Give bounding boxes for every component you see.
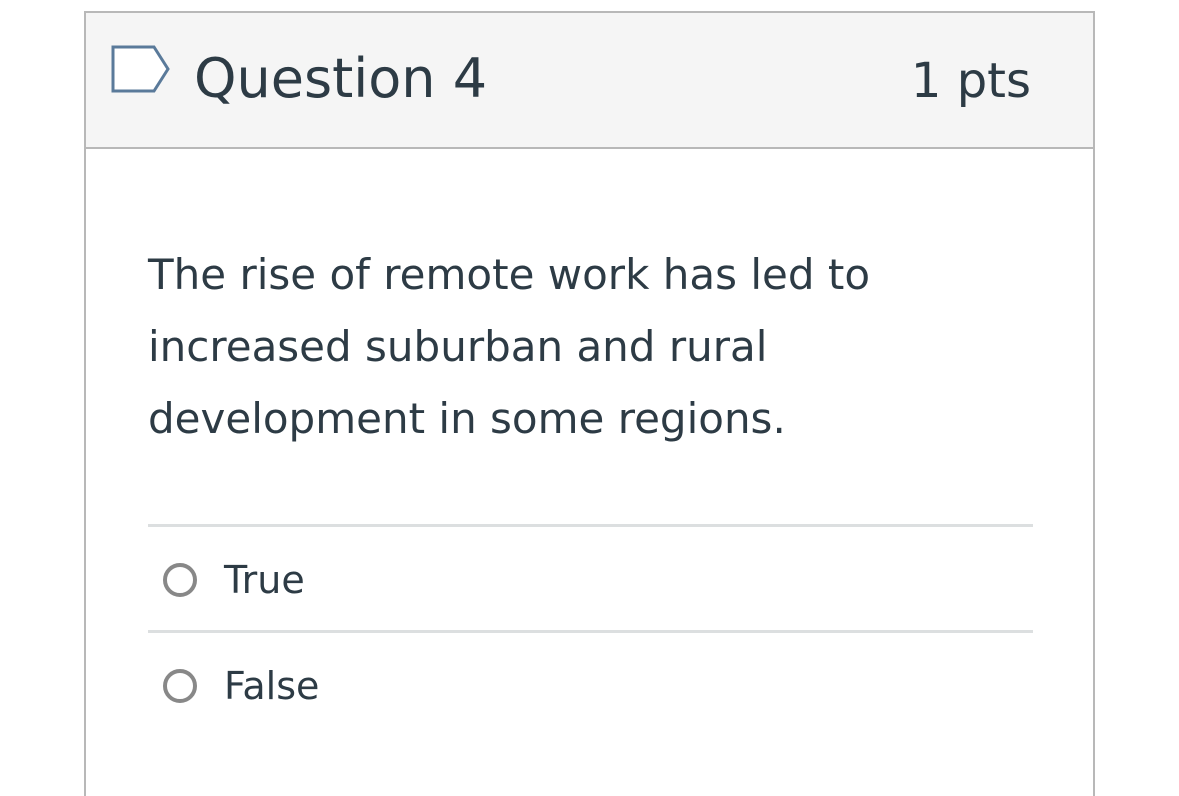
answer-label-true: True bbox=[224, 558, 305, 602]
flag-question-icon[interactable] bbox=[110, 44, 174, 94]
answer-divider bbox=[148, 630, 1033, 633]
answer-label-false: False bbox=[224, 664, 320, 708]
question-points: 1 pts bbox=[910, 53, 1031, 109]
question-title: Question 4 bbox=[194, 47, 488, 110]
answer-option-false[interactable]: False bbox=[148, 636, 1033, 736]
question-card: Question 4 1 pts The rise of remote work… bbox=[84, 11, 1095, 796]
answer-option-true[interactable]: True bbox=[148, 530, 1033, 630]
question-text: The rise of remote work has led to incre… bbox=[148, 250, 871, 443]
question-header: Question 4 1 pts bbox=[86, 13, 1093, 149]
answer-divider bbox=[148, 524, 1033, 527]
radio-button-false[interactable] bbox=[163, 669, 197, 703]
radio-button-true[interactable] bbox=[163, 563, 197, 597]
